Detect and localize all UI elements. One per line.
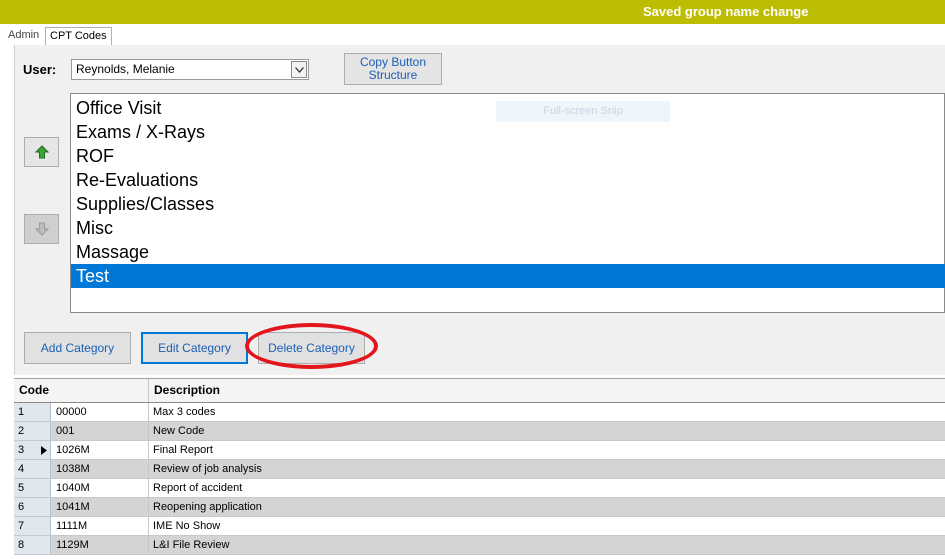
category-item-exams-x-rays[interactable]: Exams / X-Rays <box>71 120 945 144</box>
row-number: 6 <box>14 498 51 516</box>
table-row[interactable]: 7 1111M IME No Show <box>14 517 945 536</box>
move-down-button[interactable] <box>24 214 59 244</box>
category-list[interactable]: Office Visit Exams / X-Rays ROF Re-Evalu… <box>70 93 945 313</box>
chevron-down-icon[interactable] <box>291 61 307 78</box>
add-category-button[interactable]: Add Category <box>24 332 131 364</box>
user-select[interactable]: Reynolds, Melanie <box>71 59 309 80</box>
user-select-value: Reynolds, Melanie <box>76 62 175 76</box>
copy-button-structure-button[interactable]: Copy Button Structure <box>344 53 442 85</box>
row-description[interactable]: Final Report <box>149 441 945 459</box>
row-code[interactable]: 001 <box>51 422 149 440</box>
delete-category-button[interactable]: Delete Category <box>258 332 365 364</box>
row-description[interactable]: Review of job analysis <box>149 460 945 478</box>
full-screen-snip-overlay[interactable]: Full-screen Snip <box>496 101 670 122</box>
category-item-misc[interactable]: Misc <box>71 216 945 240</box>
row-code[interactable]: 1111M <box>51 517 149 535</box>
row-code[interactable]: 1041M <box>51 498 149 516</box>
category-item-test[interactable]: Test <box>71 264 945 288</box>
current-row-pointer-icon <box>41 446 47 458</box>
row-description[interactable]: New Code <box>149 422 945 440</box>
row-number: 2 <box>14 422 51 440</box>
row-description[interactable]: Reopening application <box>149 498 945 516</box>
row-number: 1 <box>14 403 51 421</box>
row-description[interactable]: Report of accident <box>149 479 945 497</box>
status-message: Saved group name change <box>643 4 809 19</box>
table-row[interactable]: 8 1129M L&I File Review <box>14 536 945 555</box>
row-code[interactable]: 1026M <box>51 441 149 459</box>
move-up-button[interactable] <box>24 137 59 167</box>
table-row[interactable]: 3 1026M Final Report <box>14 441 945 460</box>
tab-admin[interactable]: Admin <box>4 27 43 46</box>
table-row[interactable]: 4 1038M Review of job analysis <box>14 460 945 479</box>
table-row[interactable]: 1 00000 Max 3 codes <box>14 403 945 422</box>
row-description[interactable]: Max 3 codes <box>149 403 945 421</box>
tab-strip: Admin CPT Codes <box>0 24 945 46</box>
user-label: User: <box>23 62 57 77</box>
row-description[interactable]: L&I File Review <box>149 536 945 554</box>
tab-cpt-codes[interactable]: CPT Codes <box>45 27 112 46</box>
category-item-re-evaluations[interactable]: Re-Evaluations <box>71 168 945 192</box>
table-row[interactable]: 2 001 New Code <box>14 422 945 441</box>
category-item-supplies-classes[interactable]: Supplies/Classes <box>71 192 945 216</box>
grid-header: Code Description <box>14 379 945 403</box>
row-number: 7 <box>14 517 51 535</box>
edit-category-button[interactable]: Edit Category <box>141 332 248 364</box>
row-code[interactable]: 1038M <box>51 460 149 478</box>
table-row[interactable]: 5 1040M Report of accident <box>14 479 945 498</box>
row-code[interactable]: 00000 <box>51 403 149 421</box>
category-item-massage[interactable]: Massage <box>71 240 945 264</box>
copy-button-line2: Structure <box>368 68 418 82</box>
category-item-rof[interactable]: ROF <box>71 144 945 168</box>
table-row[interactable]: 6 1041M Reopening application <box>14 498 945 517</box>
row-description[interactable]: IME No Show <box>149 517 945 535</box>
row-code[interactable]: 1129M <box>51 536 149 554</box>
cpt-code-grid: Code Description 1 00000 Max 3 codes 2 0… <box>14 378 945 559</box>
row-number: 5 <box>14 479 51 497</box>
column-header-description[interactable]: Description <box>149 379 945 402</box>
row-number: 8 <box>14 536 51 554</box>
column-header-code[interactable]: Code <box>14 379 149 402</box>
row-number: 4 <box>14 460 51 478</box>
row-code[interactable]: 1040M <box>51 479 149 497</box>
status-bar: Saved group name change <box>0 0 945 24</box>
